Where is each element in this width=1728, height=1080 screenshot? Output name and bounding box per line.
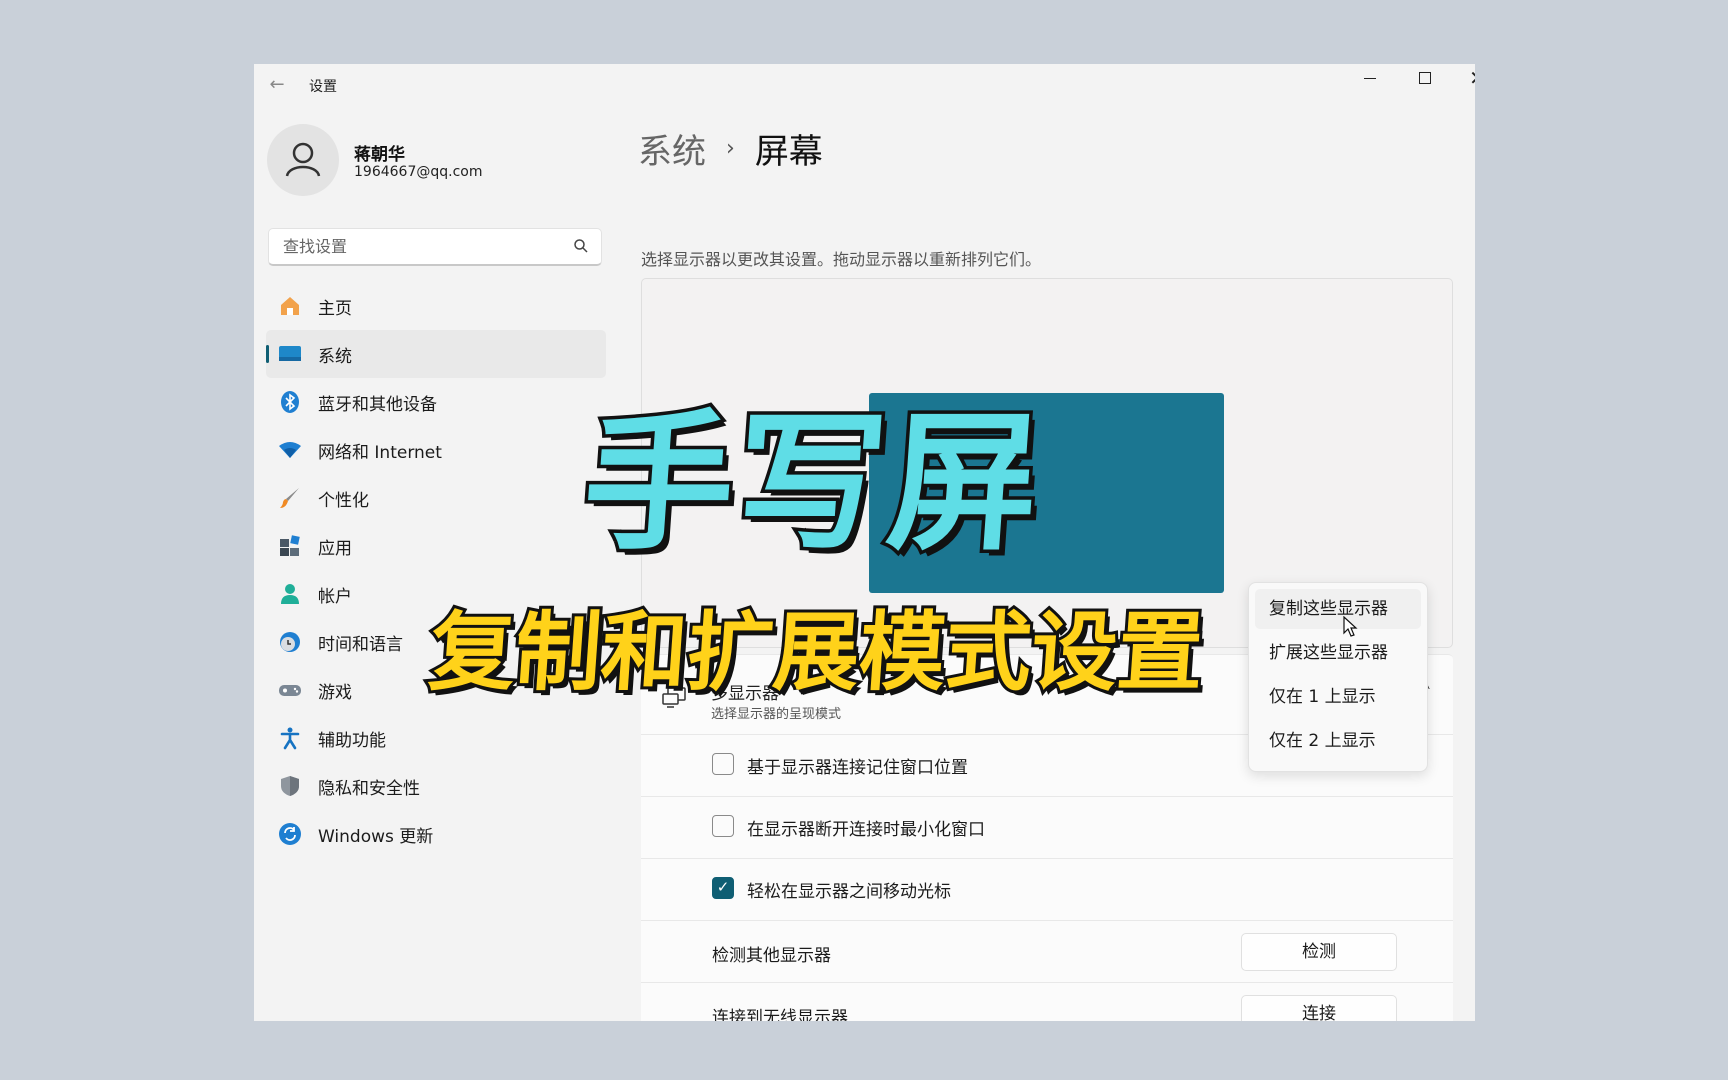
checkbox-label: 在显示器断开连接时最小化窗口 xyxy=(747,820,985,840)
checkmark-icon: ✓ xyxy=(716,878,730,896)
ease-cursor-checkbox[interactable]: ✓ xyxy=(712,877,734,899)
detect-displays-row: 检测其他显示器 检测 xyxy=(641,920,1453,983)
sidebar-item-label: 系统 xyxy=(318,346,352,367)
sidebar-item-personalization[interactable]: 个性化 xyxy=(266,474,606,522)
sidebar-item-windows-update[interactable]: Windows 更新 xyxy=(266,810,606,858)
checkbox-row: 在显示器断开连接时最小化窗口 xyxy=(641,796,1453,858)
sidebar-item-home[interactable]: 主页 xyxy=(266,282,606,330)
detect-button[interactable]: 检测 xyxy=(1241,933,1397,971)
update-icon xyxy=(278,822,302,846)
gamepad-icon xyxy=(278,678,302,702)
maximize-button[interactable] xyxy=(1397,64,1452,106)
user-name: 蒋朝华 xyxy=(354,145,405,165)
accessibility-icon xyxy=(278,726,302,750)
sidebar-item-label: 隐私和安全性 xyxy=(318,778,420,799)
sidebar-item-accessibility[interactable]: 辅助功能 xyxy=(266,714,606,762)
minimize-icon xyxy=(1363,77,1376,79)
sidebar-nav: 主页 系统 蓝牙和其他设备 网络和 Internet 个性化 应用 帐户 时间和… xyxy=(266,282,606,858)
sidebar-item-network[interactable]: 网络和 Internet xyxy=(266,426,606,474)
breadcrumb-parent[interactable]: 系统 xyxy=(638,124,706,173)
title-bar: ← 设置 ✕ xyxy=(254,64,1475,106)
sidebar-item-label: 个性化 xyxy=(318,490,369,511)
avatar[interactable] xyxy=(267,124,339,196)
wifi-icon xyxy=(278,438,302,462)
clock-globe-icon xyxy=(278,630,302,654)
brush-icon xyxy=(278,486,302,510)
sidebar-item-apps[interactable]: 应用 xyxy=(266,522,606,570)
minimize-windows-checkbox[interactable] xyxy=(712,815,734,837)
dropdown-option-duplicate[interactable]: 复制这些显示器 xyxy=(1255,589,1421,629)
wireless-label: 连接到无线显示器 xyxy=(712,1008,848,1021)
dropdown-option-only-1[interactable]: 仅在 1 上显示 xyxy=(1255,677,1421,717)
close-button[interactable]: ✕ xyxy=(1450,64,1475,106)
sidebar-item-label: 游戏 xyxy=(318,682,352,703)
multi-display-dropdown: 复制这些显示器 扩展这些显示器 仅在 1 上显示 仅在 2 上显示 xyxy=(1248,582,1428,772)
sidebar-item-label: 蓝牙和其他设备 xyxy=(318,394,437,415)
sidebar-item-label: 时间和语言 xyxy=(318,634,403,655)
overlay-title: 手写屏 xyxy=(574,394,1049,575)
bluetooth-icon xyxy=(278,390,302,414)
dropdown-option-only-2[interactable]: 仅在 2 上显示 xyxy=(1255,721,1421,761)
checkbox-label: 基于显示器连接记住窗口位置 xyxy=(747,758,968,778)
breadcrumb: 系统 › 屏幕 xyxy=(638,124,823,173)
apps-icon xyxy=(278,534,302,558)
maximize-icon xyxy=(1418,72,1431,84)
shield-icon xyxy=(278,774,302,798)
mouse-cursor-icon xyxy=(1343,616,1358,637)
app-title: 设置 xyxy=(309,79,337,95)
sidebar-item-label: 主页 xyxy=(318,298,352,319)
remember-window-checkbox[interactable] xyxy=(712,753,734,775)
breadcrumb-separator: › xyxy=(726,136,735,161)
search-input[interactable] xyxy=(281,236,565,257)
search-icon xyxy=(574,239,588,253)
minimize-button[interactable] xyxy=(1342,64,1397,106)
close-icon: ✕ xyxy=(1469,66,1475,90)
overlay-subtitle: 复制和扩展模式设置 xyxy=(423,600,1210,706)
connect-button[interactable]: 连接 xyxy=(1241,995,1397,1021)
sidebar-item-label: 帐户 xyxy=(318,586,352,607)
dropdown-option-extend[interactable]: 扩展这些显示器 xyxy=(1255,633,1421,673)
account-icon xyxy=(278,582,302,606)
detect-label: 检测其他显示器 xyxy=(712,946,831,966)
display-instruction: 选择显示器以更改其设置。拖动显示器以重新排列它们。 xyxy=(641,250,1042,269)
checkbox-label: 轻松在显示器之间移动光标 xyxy=(747,882,951,902)
sidebar-item-label: 辅助功能 xyxy=(318,730,386,751)
user-email: 1964667@qq.com xyxy=(354,164,483,180)
system-icon xyxy=(278,342,302,366)
home-icon xyxy=(278,294,302,318)
user-icon xyxy=(285,142,321,177)
search-box[interactable] xyxy=(268,228,602,266)
sidebar-item-bluetooth[interactable]: 蓝牙和其他设备 xyxy=(266,378,606,426)
checkbox-row: ✓ 轻松在显示器之间移动光标 xyxy=(641,858,1453,920)
sidebar-item-label: 网络和 Internet xyxy=(318,442,442,463)
sidebar-item-system[interactable]: 系统 xyxy=(266,330,606,378)
sidebar-item-label: Windows 更新 xyxy=(318,826,434,847)
sidebar-item-label: 应用 xyxy=(318,538,352,559)
sidebar-item-privacy[interactable]: 隐私和安全性 xyxy=(266,762,606,810)
page-title: 屏幕 xyxy=(754,132,823,172)
back-button[interactable]: ← xyxy=(266,74,288,96)
wireless-display-row: 连接到无线显示器 连接 xyxy=(641,982,1453,1021)
